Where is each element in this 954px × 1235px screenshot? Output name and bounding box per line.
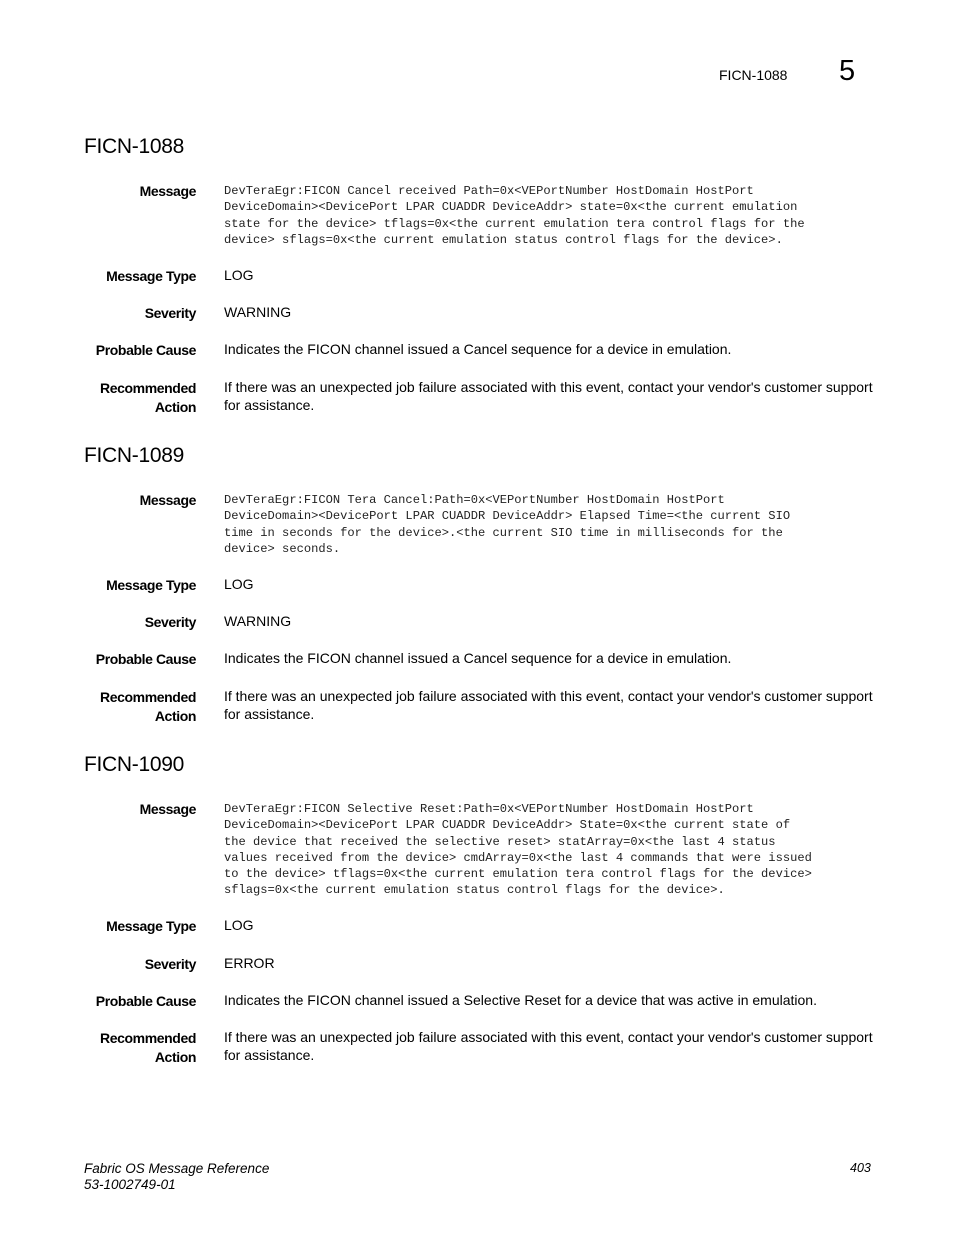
recommended-action-label: Recommended Action <box>56 379 196 417</box>
message-type-label: Message Type <box>106 577 196 593</box>
message-label: Message <box>139 801 197 817</box>
severity-value: WARNING <box>224 613 292 629</box>
message-type-value: LOG <box>224 917 254 933</box>
message-type-value: LOG <box>224 267 254 283</box>
label-line: Action <box>154 1049 197 1065</box>
severity-label: Severity <box>144 956 197 972</box>
recommended-action-value: If there was an unexpected job failure a… <box>224 1029 873 1063</box>
message-type-value: LOG <box>224 576 254 592</box>
chapter-number: 5 <box>839 55 856 87</box>
recommended-action-value: If there was an unexpected job failure a… <box>224 379 873 413</box>
probable-cause-label: Probable Cause <box>95 342 197 358</box>
message-type-label: Message Type <box>106 918 196 934</box>
severity-label: Severity <box>144 305 197 321</box>
label-line: Action <box>154 399 197 415</box>
doc-number: 53-1002749-01 <box>84 1177 176 1192</box>
recommended-action-label: Recommended Action <box>56 688 196 726</box>
label-line: Recommended <box>100 380 196 396</box>
probable-cause-label: Probable Cause <box>95 993 197 1009</box>
severity-value: WARNING <box>224 304 292 320</box>
entry-title: FICN-1089 <box>84 444 185 467</box>
probable-cause-value: Indicates the FICON channel issued a Sel… <box>224 992 817 1008</box>
message-label: Message <box>139 492 197 508</box>
doc-title: Fabric OS Message Reference <box>84 1161 270 1176</box>
probable-cause-label: Probable Cause <box>95 651 197 667</box>
probable-cause-value: Indicates the FICON channel issued a Can… <box>224 341 732 357</box>
entry-title: FICN-1090 <box>84 753 185 776</box>
label-line: Recommended <box>100 1030 196 1046</box>
entry-title: FICN-1088 <box>84 135 185 158</box>
recommended-action-value: If there was an unexpected job failure a… <box>224 688 873 722</box>
severity-value: ERROR <box>224 955 275 971</box>
label-line: Action <box>154 708 197 724</box>
page-number: 403 <box>850 1161 871 1175</box>
message-text: DevTeraEgr:FICON Tera Cancel:Path=0x<VEP… <box>224 493 791 556</box>
recommended-action-label: Recommended Action <box>56 1029 196 1067</box>
probable-cause-value: Indicates the FICON channel issued a Can… <box>224 650 732 666</box>
footer: Fabric OS Message Reference 53-1002749-0… <box>84 1161 269 1193</box>
label-line: Recommended <box>100 689 196 705</box>
message-type-label: Message Type <box>106 268 196 284</box>
running-head-title: FICN-1088 <box>719 67 788 83</box>
message-text: DevTeraEgr:FICON Selective Reset:Path=0x… <box>224 802 812 898</box>
message-text: DevTeraEgr:FICON Cancel received Path=0x… <box>224 184 805 247</box>
message-label: Message <box>139 183 197 199</box>
severity-label: Severity <box>144 614 197 630</box>
